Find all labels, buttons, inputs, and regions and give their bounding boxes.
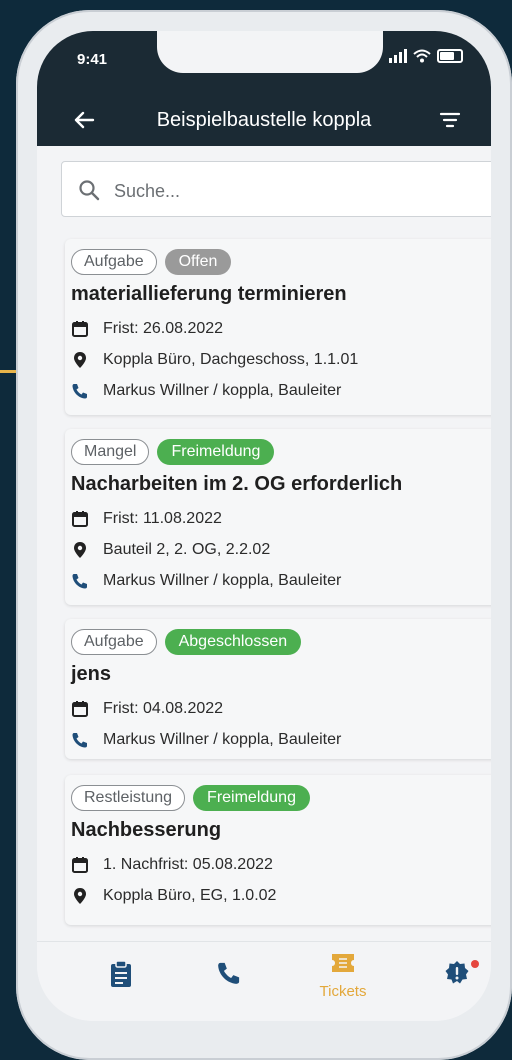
ticket-location-row: Koppla Büro, Dachgeschoss, 1.1.01 bbox=[71, 344, 491, 375]
back-arrow-icon[interactable] bbox=[73, 109, 95, 131]
ticket-status-badge: Abgeschlossen bbox=[164, 629, 302, 655]
calendar-icon bbox=[72, 856, 88, 873]
ticket-contact: Markus Willner / koppla, Bauleiter bbox=[103, 571, 342, 589]
ticket-type-badge: Mangel bbox=[71, 439, 150, 465]
ticket-location-row: Koppla Büro, EG, 1.0.02 bbox=[71, 880, 491, 911]
nav-item-tasks[interactable] bbox=[91, 960, 151, 993]
ticket-icon bbox=[332, 954, 354, 972]
ticket-type-badge: Restleistung bbox=[71, 785, 186, 811]
ticket-deadline: 1. Nachfrist: 05.08.2022 bbox=[103, 855, 273, 873]
page-title: Beispielbaustelle koppla bbox=[156, 109, 372, 131]
location-pin-icon bbox=[74, 541, 86, 558]
location-pin-icon bbox=[74, 887, 86, 904]
status-time: 9:41 bbox=[77, 51, 108, 68]
ticket-location: Koppla Büro, Dachgeschoss, 1.1.01 bbox=[103, 350, 359, 368]
ticket-deadline-row: Frist: 11.08.2022 bbox=[71, 503, 491, 534]
ticket-badges: Aufgabe Abgeschlossen bbox=[71, 629, 491, 655]
phone-screen: 9:41 Beispielbaustelle koppla Suche... A… bbox=[37, 31, 491, 1021]
ticket-deadline: Frist: 04.08.2022 bbox=[103, 699, 224, 717]
nav-item-contacts[interactable] bbox=[199, 960, 259, 991]
ticket-card[interactable]: Mangel Freimeldung Nacharbeiten im 2. OG… bbox=[65, 429, 491, 605]
search-input[interactable] bbox=[112, 176, 476, 206]
phone-icon bbox=[72, 383, 87, 398]
status-icons bbox=[389, 49, 463, 63]
ticket-card[interactable]: Aufgabe Abgeschlossen jens Frist: 04.08.… bbox=[65, 619, 491, 759]
ticket-deadline: Frist: 11.08.2022 bbox=[103, 509, 222, 527]
clipboard-icon bbox=[111, 960, 131, 987]
wifi-icon bbox=[413, 49, 431, 63]
bottom-navigation: Tickets bbox=[37, 941, 491, 1021]
signal-icon bbox=[389, 49, 407, 63]
ticket-status-badge: Freimeldung bbox=[193, 785, 310, 811]
ticket-deadline: Frist: 26.08.2022 bbox=[103, 319, 224, 337]
ticket-location: Bauteil 2, 2. OG, 2.2.02 bbox=[103, 540, 271, 558]
nav-item-alerts[interactable] bbox=[427, 960, 487, 991]
ticket-contact-row: Markus Willner / koppla, Bauleiter bbox=[71, 565, 491, 596]
ticket-contact-row: Markus Willner / koppla, Bauleiter bbox=[71, 724, 491, 755]
ticket-status-badge: Offen bbox=[164, 249, 232, 275]
ticket-deadline-row: Frist: 04.08.2022 bbox=[71, 693, 491, 724]
ticket-card[interactable]: Aufgabe Offen materiallieferung terminie… bbox=[65, 239, 491, 415]
ticket-badges: Restleistung Freimeldung bbox=[71, 785, 491, 811]
location-pin-icon bbox=[74, 351, 86, 368]
ticket-contact: Markus Willner / koppla, Bauleiter bbox=[103, 730, 342, 748]
phone-icon bbox=[218, 962, 240, 984]
ticket-badges: Mangel Freimeldung bbox=[71, 439, 491, 465]
search-bar[interactable] bbox=[61, 161, 491, 217]
calendar-icon bbox=[72, 320, 88, 337]
ticket-location-row: Bauteil 2, 2. OG, 2.2.02 bbox=[71, 534, 491, 565]
app-bar: 9:41 Beispielbaustelle koppla bbox=[37, 31, 491, 146]
ticket-deadline-row: 1. Nachfrist: 05.08.2022 bbox=[71, 849, 491, 880]
ticket-card[interactable]: Restleistung Freimeldung Nachbesserung 1… bbox=[65, 775, 491, 925]
ticket-title: Nacharbeiten im 2. OG erforderlich bbox=[71, 473, 403, 495]
ticket-title: Nachbesserung bbox=[71, 819, 222, 841]
ticket-location: Koppla Büro, EG, 1.0.02 bbox=[103, 886, 277, 904]
nav-label-tickets: Tickets bbox=[319, 983, 367, 1000]
phone-icon bbox=[72, 573, 87, 588]
ticket-contact-row: Markus Willner / koppla, Bauleiter bbox=[71, 375, 491, 406]
ticket-status-badge: Freimeldung bbox=[157, 439, 275, 465]
ticket-deadline-row: Frist: 26.08.2022 bbox=[71, 313, 491, 344]
phone-frame: 9:41 Beispielbaustelle koppla Suche... A… bbox=[16, 10, 512, 1060]
ticket-contact: Markus Willner / koppla, Bauleiter bbox=[103, 381, 342, 399]
calendar-icon bbox=[72, 510, 88, 527]
search-icon bbox=[79, 180, 100, 201]
nav-item-tickets[interactable]: Tickets bbox=[313, 952, 373, 1000]
notification-dot bbox=[471, 960, 479, 968]
ticket-badges: Aufgabe Offen bbox=[71, 249, 491, 275]
ticket-type-badge: Aufgabe bbox=[71, 629, 157, 655]
filter-icon[interactable] bbox=[439, 111, 461, 129]
ticket-title: materiallieferung terminieren bbox=[71, 283, 347, 305]
device-notch bbox=[157, 31, 383, 73]
ticket-type-badge: Aufgabe bbox=[71, 249, 157, 275]
alert-badge-icon bbox=[445, 961, 469, 984]
phone-icon bbox=[72, 732, 87, 747]
ticket-title: jens bbox=[71, 663, 112, 685]
battery-icon bbox=[437, 49, 463, 63]
calendar-icon bbox=[72, 700, 88, 717]
